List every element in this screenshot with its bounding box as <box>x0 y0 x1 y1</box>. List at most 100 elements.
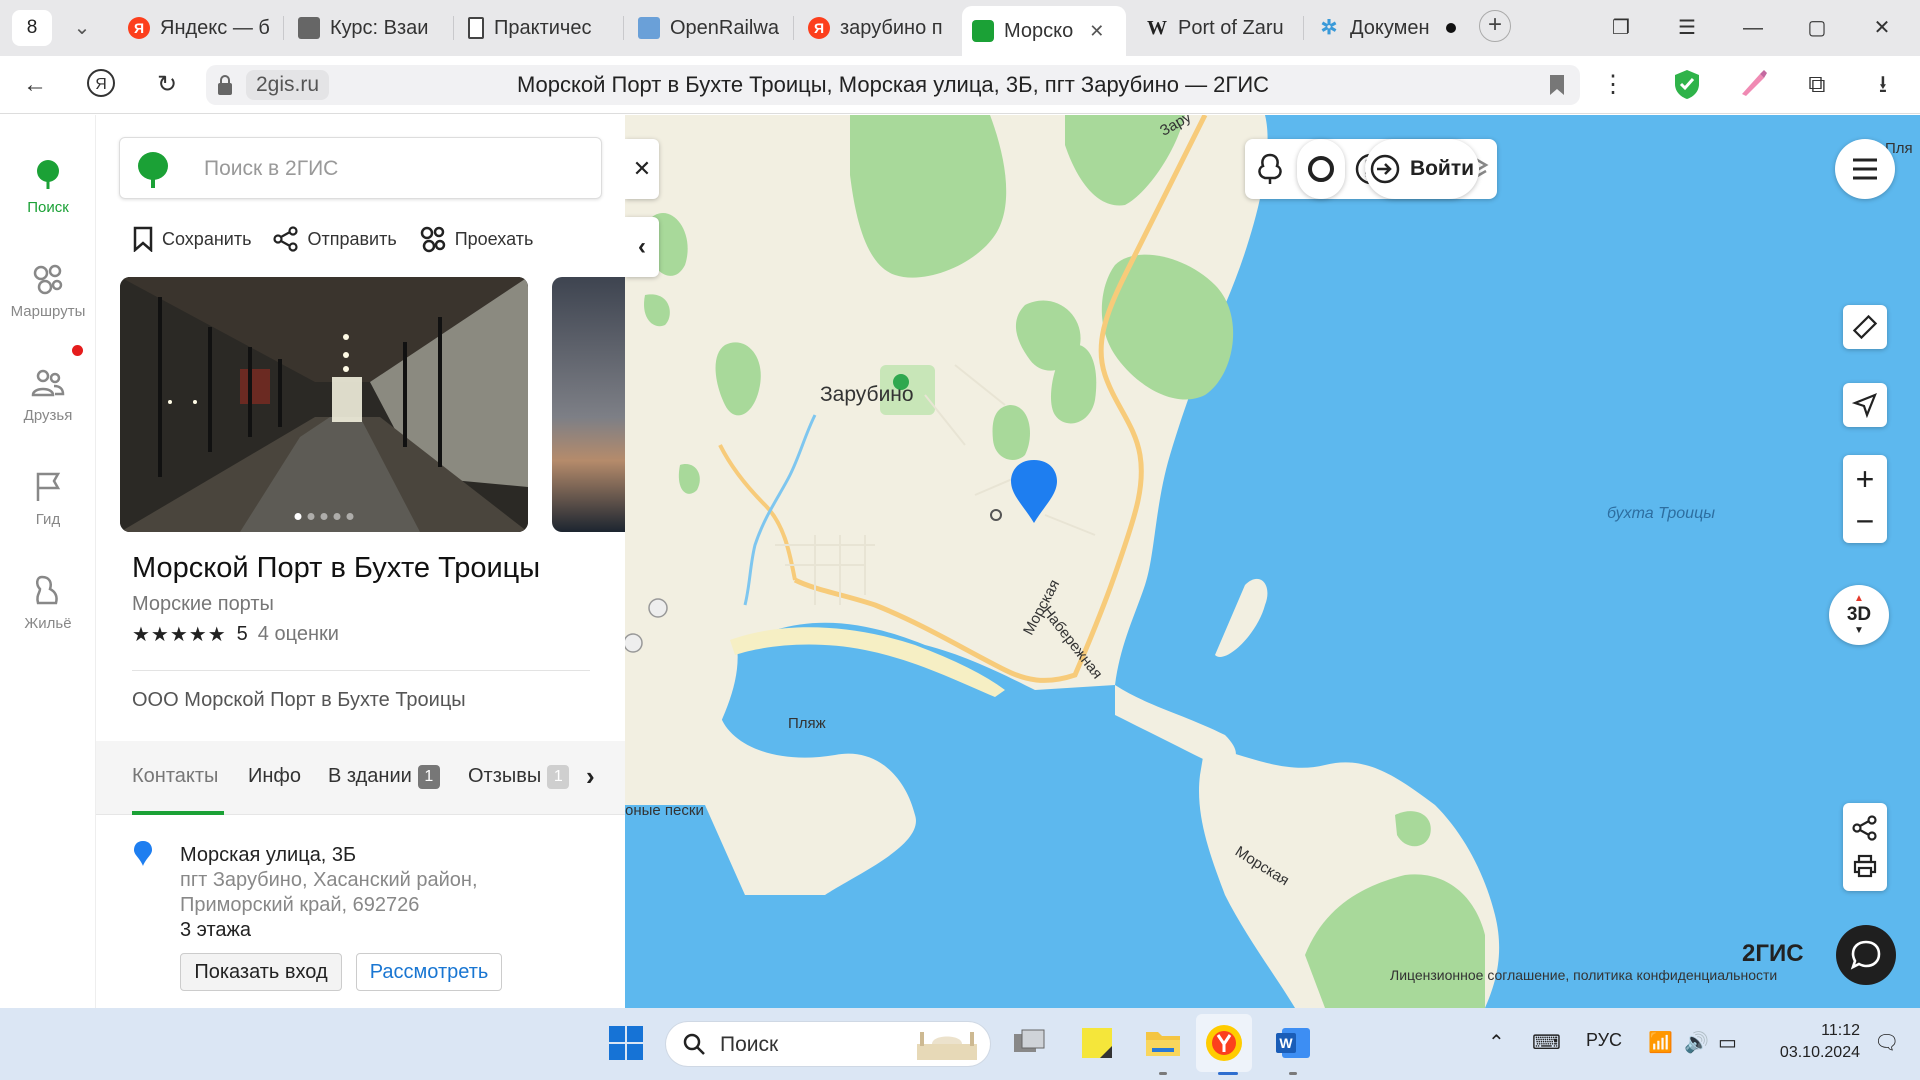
share-icon[interactable] <box>1852 815 1878 841</box>
notifications-icon[interactable]: 🗨 <box>1874 1030 1899 1055</box>
tab-info[interactable]: Инфо <box>248 765 301 788</box>
nav-rail: Поиск Маршруты Друзья Гид Жильё <box>0 115 96 1008</box>
3d-compass-button[interactable]: ▲ 3D ▼ <box>1829 585 1889 645</box>
trees-layer-icon[interactable] <box>1253 152 1287 186</box>
collections-icon[interactable]: ❐ <box>1601 12 1641 44</box>
divider <box>132 670 590 671</box>
map-label-bay[interactable]: бухта Троицы <box>1607 505 1715 523</box>
main-menu-button[interactable] <box>1835 139 1895 199</box>
tab-reviews[interactable]: Отзывы 1 <box>468 765 570 789</box>
organization-name[interactable]: ООО Морской Порт в Бухте Троицы <box>132 689 466 712</box>
place-category[interactable]: Морские порты <box>132 593 274 616</box>
taskbar-search[interactable]: Поиск <box>666 1022 990 1066</box>
pen-icon[interactable] <box>1736 68 1770 102</box>
login-button[interactable]: Войти <box>1365 139 1479 199</box>
reload-icon[interactable]: ↻ <box>150 68 184 102</box>
new-tab-button[interactable]: + <box>1479 10 1511 42</box>
ruler-button[interactable] <box>1843 305 1887 349</box>
protect-shield-icon[interactable] <box>1670 68 1704 102</box>
running-indicator <box>1289 1072 1297 1075</box>
chat-button[interactable] <box>1836 925 1896 985</box>
keyboard-icon[interactable]: ⌨ <box>1532 1030 1561 1055</box>
close-panel-button[interactable]: ✕ <box>625 139 659 199</box>
rating-row[interactable]: ★★★★★ 5 4 оценки <box>132 622 339 647</box>
bookmark-icon[interactable] <box>1548 73 1566 97</box>
license-link[interactable]: Лицензионное соглашение, политика конфид… <box>1390 967 1777 983</box>
view-building-button[interactable]: Рассмотреть <box>356 953 502 991</box>
extensions-icon[interactable]: ⧉ <box>1800 68 1834 102</box>
bookmark-icon <box>133 226 153 252</box>
show-entrance-button[interactable]: Показать вход <box>180 953 342 991</box>
tab-contacts[interactable]: Контакты <box>132 765 218 788</box>
save-button[interactable]: Сохранить <box>132 225 251 253</box>
close-icon[interactable]: ✕ <box>1089 21 1104 42</box>
collapse-panel-button[interactable]: ‹ <box>625 217 659 277</box>
tray-chevron-up-icon[interactable]: ⌃ <box>1488 1030 1505 1055</box>
tab-practical[interactable]: Практичес <box>458 8 618 48</box>
chevron-right-icon[interactable]: › <box>586 761 595 792</box>
login-icon <box>1370 154 1400 184</box>
browser-tab-bar: 8 ⌄ Я Яндекс — б Курс: Взаи Практичес Op… <box>0 0 1920 56</box>
place-photo-next[interactable] <box>552 277 625 532</box>
route-button[interactable]: Проехать <box>419 225 533 253</box>
maximize-icon[interactable]: ▢ <box>1797 12 1837 44</box>
search-box[interactable] <box>119 137 602 199</box>
minimize-icon[interactable]: — <box>1733 12 1773 44</box>
download-icon[interactable]: ⭳ <box>1866 68 1900 102</box>
task-view-icon[interactable] <box>1008 1022 1050 1064</box>
rail-item-search[interactable]: Поиск <box>0 157 96 216</box>
rail-item-housing[interactable]: Жильё <box>0 573 96 632</box>
file-explorer-icon[interactable] <box>1142 1022 1184 1064</box>
2gis-logo[interactable]: 2ГИС <box>1742 940 1804 968</box>
back-icon[interactable]: ← <box>18 68 52 102</box>
tab-label: Морско <box>1004 19 1074 42</box>
print-icon[interactable] <box>1852 853 1878 879</box>
search-input[interactable] <box>204 152 584 186</box>
more-icon[interactable]: ⋮ <box>1596 68 1630 102</box>
tab-count-button[interactable]: 8 <box>12 10 52 46</box>
yandex-home-icon[interactable]: Я <box>84 68 118 102</box>
language-indicator[interactable]: РУС <box>1586 1030 1622 1051</box>
rail-item-friends[interactable]: Друзья <box>0 365 96 424</box>
tab-yandex[interactable]: Я Яндекс — б <box>118 8 278 48</box>
word-icon[interactable]: W <box>1272 1022 1314 1064</box>
zoom-in-button[interactable]: + <box>1856 457 1875 501</box>
tab-zarubino-search[interactable]: Я зарубино п <box>798 8 958 48</box>
sticky-notes-icon[interactable] <box>1076 1022 1118 1064</box>
rail-item-guide[interactable]: Гид <box>0 469 96 528</box>
search-icon <box>683 1033 705 1055</box>
tab-port-of-zarubino[interactable]: W Port of Zaru <box>1136 8 1296 48</box>
wifi-icon[interactable]: 📶 <box>1648 1030 1673 1055</box>
map-canvas[interactable]: Зарубино бухта Троицы Пляж оные пески Мо… <box>625 115 1920 1008</box>
tab-openrailway[interactable]: OpenRailwa <box>628 8 788 48</box>
close-window-icon[interactable]: ✕ <box>1862 12 1902 44</box>
my-location-button[interactable] <box>1843 383 1887 427</box>
map-label-town[interactable]: Зарубино <box>820 383 914 407</box>
svg-text:Я: Я <box>95 76 107 93</box>
rail-label: Друзья <box>23 407 73 424</box>
menu-icon[interactable]: ☰ <box>1667 12 1707 44</box>
zoom-out-button[interactable]: − <box>1856 501 1875 541</box>
volume-icon[interactable]: 🔊 <box>1684 1030 1709 1055</box>
location-circle-button[interactable] <box>1297 139 1345 199</box>
tab-documents[interactable]: ✲ Докумен <box>1308 8 1468 48</box>
map-label-beach[interactable]: Пляж <box>788 715 826 732</box>
url-field[interactable]: 2gis.ru Морской Порт в Бухте Троицы, Мор… <box>206 65 1580 105</box>
rail-item-routes[interactable]: Маршруты <box>0 261 96 320</box>
yandex-icon: Я <box>808 17 830 39</box>
place-photo[interactable] <box>120 277 528 532</box>
tab-2gis-active[interactable]: Морско ✕ <box>962 6 1126 56</box>
hamburger-icon <box>1853 158 1877 180</box>
share-button[interactable]: Отправить <box>273 225 397 253</box>
tab-label: Port of Zaru <box>1178 16 1284 39</box>
rail-label: Жильё <box>24 615 72 632</box>
yandex-browser-icon[interactable] <box>1203 1022 1245 1064</box>
photo-carousel-dots[interactable] <box>294 513 354 520</box>
tab-course[interactable]: Курс: Взаи <box>288 8 448 48</box>
tab-in-building[interactable]: В здании 1 <box>328 765 440 789</box>
map-label-sands[interactable]: оные пески <box>625 802 704 819</box>
windows-start-icon[interactable] <box>605 1022 647 1064</box>
battery-icon[interactable]: ▭ <box>1718 1030 1737 1055</box>
tab-list-chevron-icon[interactable]: ⌄ <box>62 10 102 46</box>
clock[interactable]: 11:12 03.10.2024 <box>1752 1020 1860 1064</box>
